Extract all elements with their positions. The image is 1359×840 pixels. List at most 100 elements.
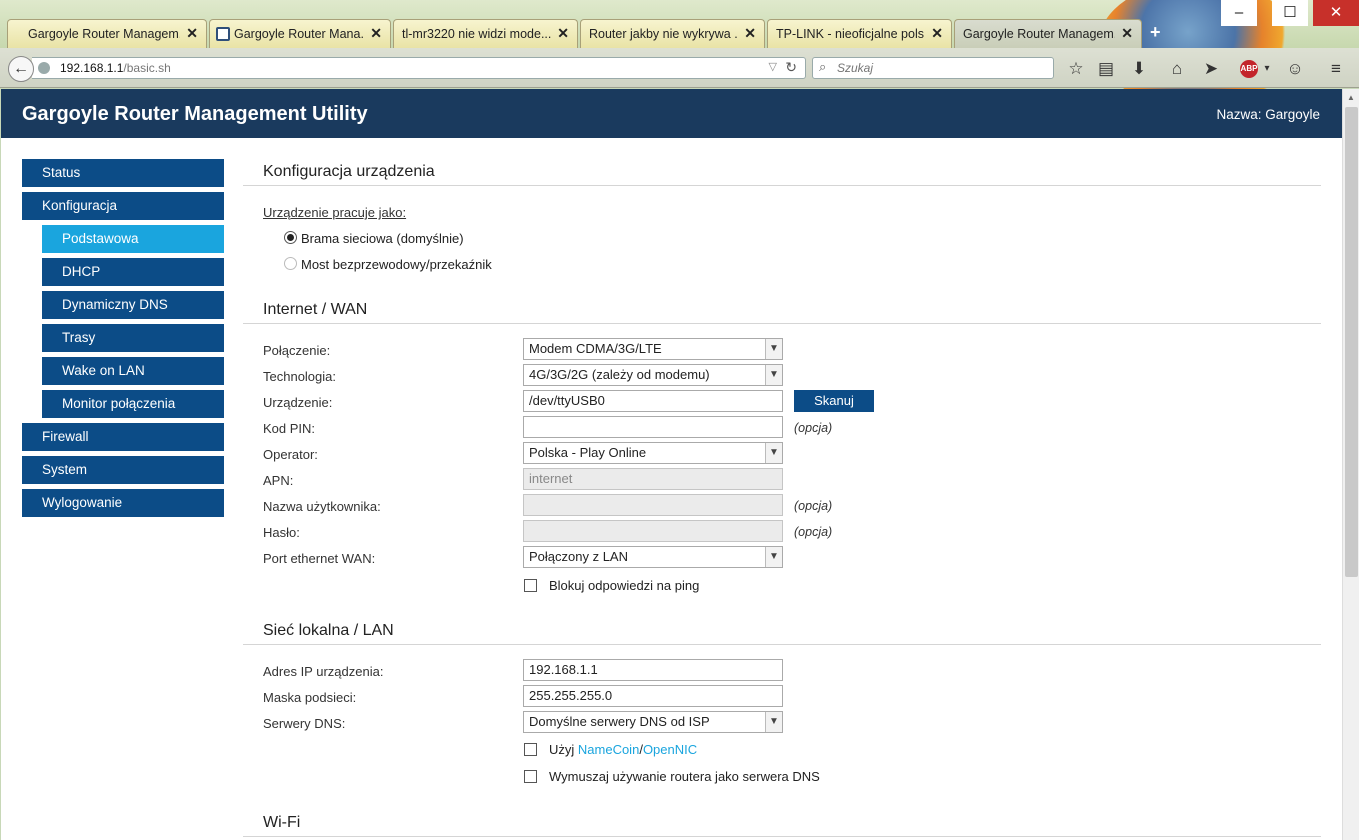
password-label: Hasło: xyxy=(263,525,300,540)
wan-port-select[interactable]: Połączony z LAN ▼ xyxy=(523,546,783,568)
technology-label: Technologia: xyxy=(263,369,336,384)
tab-title: Router jakby nie wykrywa ... xyxy=(589,27,738,41)
lan-ip-input[interactable]: 192.168.1.1 xyxy=(523,659,783,681)
browser-tab[interactable]: Gargoyle Router Managem... ✕ xyxy=(7,19,207,48)
sidebar-item-wylogowanie[interactable]: Wylogowanie xyxy=(22,489,224,517)
star-icon[interactable]: ☆ xyxy=(1065,58,1087,80)
wan-port-value: Połączony z LAN xyxy=(529,549,628,564)
minimize-icon[interactable]: – xyxy=(1221,0,1257,26)
send-icon[interactable]: ➤ xyxy=(1200,58,1222,80)
scrollbar-thumb[interactable] xyxy=(1345,107,1358,577)
section-title-wifi: Wi-Fi xyxy=(263,814,301,831)
page-title: Gargoyle Router Management Utility xyxy=(22,103,368,125)
tab-title: Gargoyle Router Managem... xyxy=(963,27,1115,41)
sidebar-item-dynamiczny-dns[interactable]: Dynamiczny DNS xyxy=(42,291,224,319)
smiley-icon[interactable]: ☺ xyxy=(1284,58,1306,80)
section-divider xyxy=(243,644,1321,645)
section-title-device: Konfiguracja urządzenia xyxy=(263,163,435,180)
tab-title: TP-LINK - nieoficjalne pols... xyxy=(776,27,925,41)
radio-gateway[interactable] xyxy=(284,231,297,244)
url-bar[interactable]: 192.168.1.1/basic.sh ▽ ↻ xyxy=(32,57,806,79)
section-title-lan: Sieć lokalna / LAN xyxy=(263,622,394,639)
technology-value: 4G/3G/2G (zależy od modemu) xyxy=(529,367,710,382)
browser-tab-active[interactable]: Gargoyle Router Managem... ✕ xyxy=(954,19,1142,48)
new-tab-icon[interactable]: + xyxy=(1150,22,1161,43)
tab-title: Gargoyle Router Managem... xyxy=(28,27,180,41)
chevron-down-icon[interactable]: ▾ xyxy=(1256,58,1278,80)
namecoin-link[interactable]: NameCoin xyxy=(578,742,639,757)
close-icon[interactable]: ✕ xyxy=(186,25,198,42)
dns-value: Domyślne serwery DNS od ISP xyxy=(529,714,710,729)
device-input[interactable]: /dev/ttyUSB0 xyxy=(523,390,783,412)
scan-button[interactable]: Skanuj xyxy=(794,390,874,412)
section-divider xyxy=(243,836,1321,837)
close-icon[interactable]: ✕ xyxy=(557,25,569,42)
sidebar: Status Konfiguracja Podstawowa DHCP Dyna… xyxy=(22,159,224,522)
optional-hint: (opcja) xyxy=(794,421,833,435)
wan-port-label: Port ethernet WAN: xyxy=(263,551,376,566)
close-icon[interactable]: ✕ xyxy=(1121,25,1133,42)
browser-tab[interactable]: tl-mr3220 nie widzi mode... ✕ xyxy=(393,19,578,48)
browser-tab[interactable]: TP-LINK - nieoficjalne pols... ✕ xyxy=(767,19,952,48)
download-icon[interactable]: ⬇ xyxy=(1128,58,1150,80)
scroll-up-icon[interactable]: ▲ xyxy=(1347,93,1355,102)
reading-list-icon[interactable]: ▤ xyxy=(1095,58,1117,80)
browser-tab[interactable]: Router jakby nie wykrywa ... ✕ xyxy=(580,19,765,48)
radio-bridge[interactable] xyxy=(284,257,297,270)
globe-icon xyxy=(38,62,50,74)
sidebar-item-system[interactable]: System xyxy=(22,456,224,484)
password-input[interactable] xyxy=(523,520,783,542)
sidebar-item-trasy[interactable]: Trasy xyxy=(42,324,224,352)
alt-dns-checkbox[interactable] xyxy=(524,743,537,756)
pin-input[interactable] xyxy=(523,416,783,438)
close-icon[interactable]: ✕ xyxy=(931,25,943,42)
reload-icon[interactable]: ↻ xyxy=(785,59,797,76)
page-scrollbar[interactable]: ▲ xyxy=(1342,89,1359,840)
operator-label: Operator: xyxy=(263,447,318,462)
maximize-icon[interactable]: ☐ xyxy=(1272,0,1308,26)
tab-title: tl-mr3220 nie widzi mode... xyxy=(402,27,551,41)
block-ping-label[interactable]: Blokuj odpowiedzi na ping xyxy=(549,578,699,593)
sidebar-item-firewall[interactable]: Firewall xyxy=(22,423,224,451)
sidebar-item-dhcp[interactable]: DHCP xyxy=(42,258,224,286)
connection-select[interactable]: Modem CDMA/3G/LTE ▼ xyxy=(523,338,783,360)
menu-icon[interactable]: ≡ xyxy=(1325,58,1347,80)
force-dns-checkbox[interactable] xyxy=(524,770,537,783)
connection-value: Modem CDMA/3G/LTE xyxy=(529,341,662,356)
chevron-down-icon: ▼ xyxy=(765,443,782,463)
sidebar-item-monitor[interactable]: Monitor połączenia xyxy=(42,390,224,418)
close-icon[interactable]: ✕ xyxy=(370,25,382,42)
radio-bridge-label[interactable]: Most bezprzewodowy/przekaźnik xyxy=(301,257,492,272)
search-input[interactable] xyxy=(837,60,1037,76)
subnet-mask-input[interactable]: 255.255.255.0 xyxy=(523,685,783,707)
use-prefix: Użyj xyxy=(549,742,578,757)
home-icon[interactable]: ⌂ xyxy=(1166,58,1188,80)
window-close-icon[interactable]: ✕ xyxy=(1313,0,1359,26)
chevron-down-icon[interactable]: ▽ xyxy=(769,60,777,73)
optional-hint: (opcja) xyxy=(794,525,833,539)
force-dns-label[interactable]: Wymuszaj używanie routera jako serwera D… xyxy=(549,769,820,784)
technology-select[interactable]: 4G/3G/2G (zależy od modemu) ▼ xyxy=(523,364,783,386)
opennic-link[interactable]: OpenNIC xyxy=(643,742,697,757)
url-text: 192.168.1.1/basic.sh xyxy=(60,61,171,75)
back-button[interactable]: ← xyxy=(8,56,34,82)
radio-gateway-label[interactable]: Brama sieciowa (domyślnie) xyxy=(301,231,464,246)
sidebar-item-wake-on-lan[interactable]: Wake on LAN xyxy=(42,357,224,385)
page-viewport: Gargoyle Router Management Utility Nazwa… xyxy=(1,89,1342,840)
username-input[interactable] xyxy=(523,494,783,516)
sidebar-item-status[interactable]: Status xyxy=(22,159,224,187)
browser-tab[interactable]: Gargoyle Router Mana... ✕ xyxy=(209,19,391,48)
chevron-down-icon: ▼ xyxy=(765,712,782,732)
sidebar-item-konfiguracja[interactable]: Konfiguracja xyxy=(22,192,224,220)
search-bar[interactable]: ⌕ xyxy=(812,57,1054,79)
browser-nav-bar: 192.168.1.1/basic.sh ▽ ↻ ← ⌕ ☆ ▤ ⬇ ⌂ ➤ A… xyxy=(0,48,1359,88)
sidebar-item-podstawowa[interactable]: Podstawowa xyxy=(42,225,224,253)
block-ping-checkbox[interactable] xyxy=(524,579,537,592)
operator-select[interactable]: Polska - Play Online ▼ xyxy=(523,442,783,464)
apn-input[interactable]: internet xyxy=(523,468,783,490)
dns-select[interactable]: Domyślne serwery DNS od ISP ▼ xyxy=(523,711,783,733)
chevron-down-icon: ▼ xyxy=(765,547,782,567)
dns-label: Serwery DNS: xyxy=(263,716,346,731)
close-icon[interactable]: ✕ xyxy=(744,25,756,42)
lan-ip-label: Adres IP urządzenia: xyxy=(263,664,384,679)
